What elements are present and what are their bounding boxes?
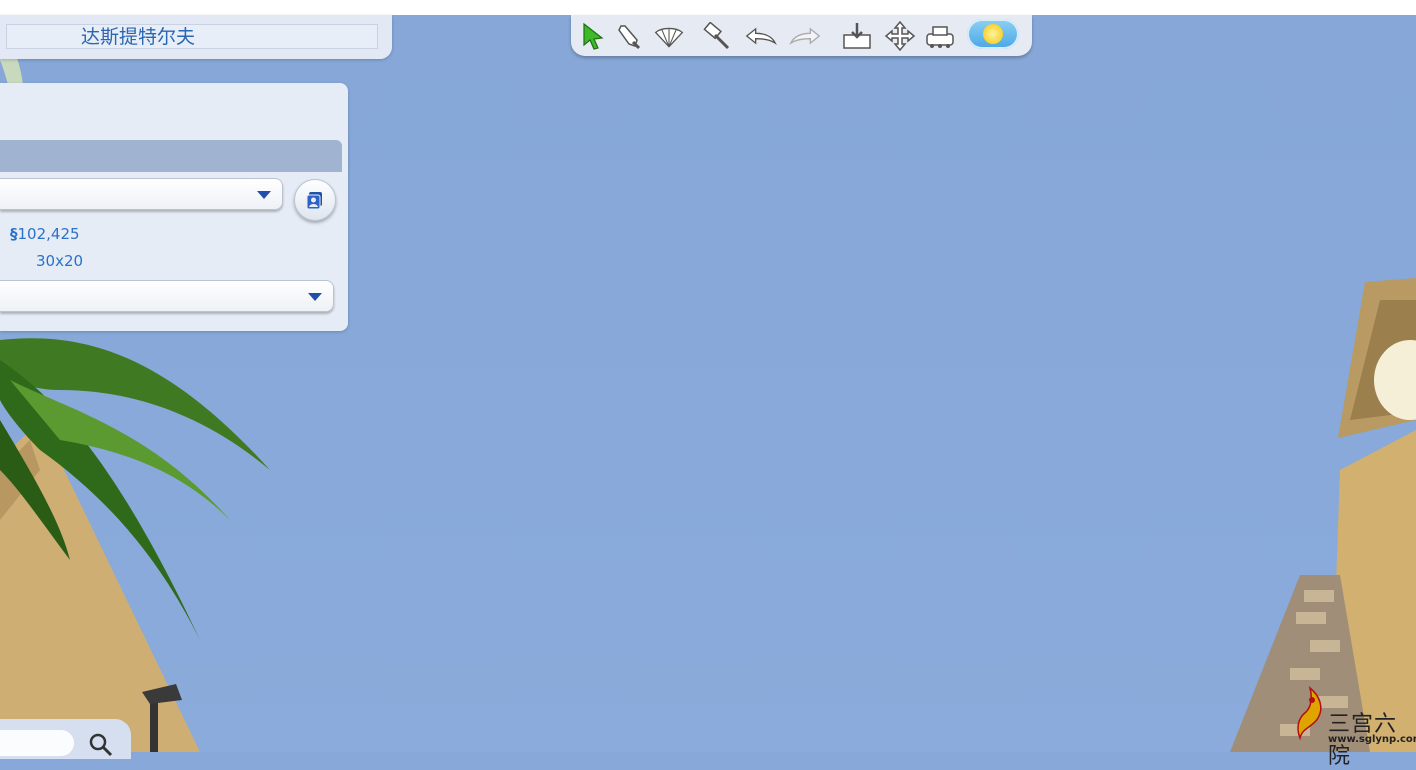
lot-type-dropdown[interactable]: [0, 178, 283, 210]
sledgehammer-icon[interactable]: [701, 20, 733, 52]
eyedropper-icon[interactable]: [613, 20, 645, 52]
lot-info-header: [0, 140, 342, 172]
select-arrow-icon[interactable]: [577, 20, 609, 52]
watermark: 三宫六院 www.sglynp.com: [1290, 682, 1416, 769]
lot-trait-dropdown[interactable]: [0, 280, 334, 312]
top-strip: [0, 0, 1416, 15]
sun-icon: [983, 24, 1003, 44]
household-portrait-icon: [306, 192, 322, 210]
lot-info-panel: §102,425 30x20: [0, 83, 348, 331]
search-icon[interactable]: [88, 732, 114, 758]
lot-name-field[interactable]: 达斯提特尔夫: [6, 24, 378, 49]
design-tool-icon[interactable]: [653, 20, 685, 52]
build-toolbar: [571, 15, 1032, 56]
undo-icon[interactable]: [745, 20, 777, 52]
search-panel: [0, 719, 131, 759]
move-lot-icon[interactable]: [884, 20, 916, 52]
place-on-lot-icon[interactable]: [841, 20, 873, 52]
lot-name-panel: 达斯提特尔夫: [0, 15, 392, 59]
lot-value: §102,425: [10, 225, 80, 243]
chevron-down-icon: [257, 191, 271, 199]
chevron-down-icon: [308, 293, 322, 301]
dragon-logo-icon: [1297, 686, 1322, 741]
lot-value-amount: 102,425: [17, 225, 80, 243]
household-info-button[interactable]: [294, 179, 336, 221]
watermark-url: www.sglynp.com: [1328, 734, 1416, 745]
simoleon-icon: §: [10, 225, 18, 243]
weather-icon[interactable]: [967, 19, 1019, 49]
redo-icon: [789, 20, 821, 52]
lot-size: 30x20: [36, 252, 84, 270]
search-input[interactable]: [0, 730, 74, 756]
camera-tool-icon[interactable]: [924, 20, 956, 52]
